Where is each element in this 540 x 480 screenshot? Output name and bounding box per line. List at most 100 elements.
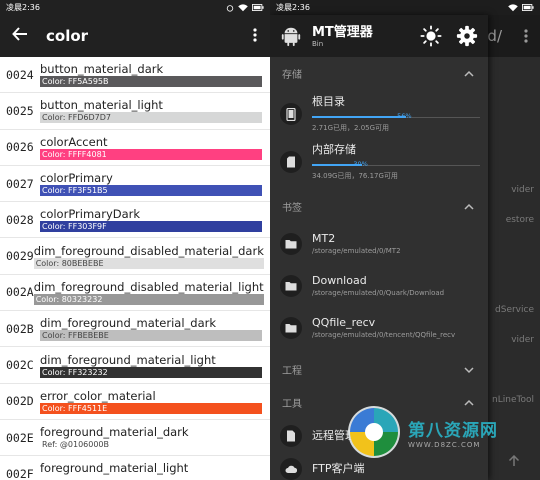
more-vert-icon xyxy=(253,27,257,42)
section-storage[interactable]: 存储 xyxy=(270,57,488,90)
color-swatch: Color: FFF4511E xyxy=(40,402,262,414)
section-bookmarks[interactable]: 书签 xyxy=(270,190,488,223)
bookmark-path: /storage/emulated/0/Quark/Download xyxy=(312,289,445,297)
color-row[interactable]: 0027 colorPrimary Color: FF3F51B5 xyxy=(0,166,270,203)
document-icon xyxy=(287,430,295,441)
back-button[interactable] xyxy=(0,26,40,47)
color-swatch: Ref: @0106000B xyxy=(42,440,110,450)
resource-name: foreground_material_light xyxy=(40,461,189,476)
resource-name: button_material_light xyxy=(40,98,163,113)
resource-id: 0024 xyxy=(6,67,34,82)
status-time-right: 凌晨2:36 xyxy=(276,3,310,12)
storage-usage-text: 2.71G已用，2.05G可用 xyxy=(312,124,390,132)
section-title: 存储 xyxy=(282,70,302,81)
watermark-url: WWW.D8ZC.COM xyxy=(408,440,481,449)
resource-info: button_material_dark Color: FF5A595B xyxy=(40,62,270,88)
resource-info: colorPrimary Color: FF3F51B5 xyxy=(40,171,270,197)
section-title: 工程 xyxy=(282,366,302,377)
color-swatch: Color: FF303F9F xyxy=(40,221,262,233)
resource-name: dim_foreground_material_light xyxy=(40,352,216,367)
color-row[interactable]: 002D error_color_material Color: FFF4511E xyxy=(0,384,270,420)
resource-id: 002C xyxy=(6,358,34,373)
sdcard-icon-wrap xyxy=(280,151,302,173)
storage-usage-bar: 56% xyxy=(312,112,480,122)
background-text: vider xyxy=(511,335,534,345)
cloud-sync-icon xyxy=(285,465,297,473)
resource-id: 0025 xyxy=(6,103,34,118)
color-row[interactable]: 002F foreground_material_light xyxy=(0,456,270,480)
brightness-icon[interactable] xyxy=(420,25,442,47)
color-swatch: Color: FF3F51B5 xyxy=(40,185,262,197)
bookmark-item[interactable]: QQfile_recv/storage/emulated/0/tencent/Q… xyxy=(270,307,488,349)
resource-info: dim_foreground_material_dark Color: FFBEB… xyxy=(40,316,270,342)
section-title: 书签 xyxy=(282,203,302,214)
color-row[interactable]: 002E foreground_material_dark Ref: @010600… xyxy=(0,420,270,457)
android-icon xyxy=(281,27,301,47)
folder-icon xyxy=(285,240,297,249)
resource-id: 002B xyxy=(6,321,34,336)
color-row[interactable]: 002C dim_foreground_material_light Color: … xyxy=(0,347,270,384)
resource-list-screen: 凌晨2:36 color 0024 button_material_dark Col… xyxy=(0,0,270,480)
resource-name: dim_foreground_disabled_material_light xyxy=(33,279,264,294)
usage-percent: 30% xyxy=(353,160,368,168)
color-row[interactable]: 0025 button_material_light Color: FFD6D7D7 xyxy=(0,93,270,130)
arrow-left-icon xyxy=(12,26,27,41)
storage-item-body: 根目录 56% 2.71G已用，2.05G可用 xyxy=(312,95,488,133)
storage-item-internal[interactable]: 内部存储 30% 34.09G已用，76.17G可用 xyxy=(270,138,488,186)
color-row[interactable]: 0024 button_material_dark Color: FF5A595B xyxy=(0,57,270,94)
status-bar: 凌晨2:36 xyxy=(0,0,270,15)
wifi-icon xyxy=(508,3,518,11)
resource-info: dim_foreground_disabled_material_dark Col… xyxy=(33,244,270,269)
color-swatch: Color: FF5A595B xyxy=(40,76,262,88)
background-text: dService xyxy=(495,305,534,315)
folder-icon xyxy=(285,324,297,333)
resource-id: 0027 xyxy=(6,176,34,191)
folder-icon xyxy=(285,282,297,291)
background-path-fragment: d/ xyxy=(487,27,502,45)
phone-icon xyxy=(286,107,296,121)
bookmark-item[interactable]: Download/storage/emulated/0/Quark/Downlo… xyxy=(270,265,488,307)
resource-info: colorPrimaryDark Color: FF303F9F xyxy=(40,207,270,233)
bookmark-body: QQfile_recv/storage/emulated/0/tencent/Q… xyxy=(312,316,488,340)
site-watermark: 第八资源网 WWW.D8ZC.COM xyxy=(346,404,536,460)
color-resource-list: 0024 button_material_dark Color: FF5A595B 0… xyxy=(0,57,270,480)
resource-id: 002D xyxy=(6,394,34,409)
resource-name: error_color_material xyxy=(40,388,156,403)
color-row[interactable]: 002A dim_foreground_disabled_material_lig… xyxy=(0,275,270,312)
bookmark-body: MT2/storage/emulated/0/MT2 xyxy=(312,232,488,256)
resource-info: error_color_material Color: FFF4511E xyxy=(40,389,270,414)
resource-id: 0029 xyxy=(6,249,34,264)
more-options-button[interactable] xyxy=(240,27,270,46)
color-swatch: Color: FFD6D7D7 xyxy=(40,112,262,124)
resource-id: 002A xyxy=(6,285,34,300)
watermark-site-name: 第八资源网 xyxy=(408,420,498,441)
storage-usage-text: 34.09G已用，76.17G可用 xyxy=(312,172,398,180)
status-icons-right xyxy=(508,3,534,12)
storage-usage-bar: 30% xyxy=(312,160,480,170)
color-row[interactable]: 002B dim_foreground_material_dark Color: F… xyxy=(0,311,270,348)
color-row[interactable]: 0029 dim_foreground_disabled_material_dar… xyxy=(0,238,270,275)
alarm-icon xyxy=(226,4,234,12)
resource-info: dim_foreground_disabled_material_light Co… xyxy=(33,279,270,305)
bookmark-path: /storage/emulated/0/tencent/QQfile_recv xyxy=(312,331,456,339)
color-row[interactable]: 0028 colorPrimaryDark Color: FF303F9F xyxy=(0,202,270,239)
sd-card-icon xyxy=(287,156,295,168)
bookmark-title: Download xyxy=(312,274,367,287)
bookmark-list: MT2/storage/emulated/0/MT2 Download/stora… xyxy=(270,223,488,349)
watermark-logo-icon xyxy=(348,406,400,458)
more-vert-icon xyxy=(524,29,528,43)
app-name: MT管理器 xyxy=(312,24,373,40)
color-swatch: Color: 80BEBEBE xyxy=(33,257,264,269)
color-swatch xyxy=(40,475,262,480)
color-swatch: Color: FFFF4081 xyxy=(40,148,262,160)
bookmark-item[interactable]: MT2/storage/emulated/0/MT2 xyxy=(270,223,488,265)
storage-item-root[interactable]: 根目录 56% 2.71G已用，2.05G可用 xyxy=(270,90,488,138)
section-project[interactable]: 工程 xyxy=(270,353,488,386)
app-subtitle: Bin xyxy=(312,39,324,48)
color-row[interactable]: 0026 colorAccent Color: FFFF4081 xyxy=(0,130,270,166)
resource-name: foreground_material_dark xyxy=(40,425,189,440)
resource-name: colorPrimaryDark xyxy=(40,207,141,222)
settings-icon[interactable] xyxy=(456,25,478,47)
resource-name: button_material_dark xyxy=(40,62,164,77)
resource-info: foreground_material_light xyxy=(40,461,270,480)
